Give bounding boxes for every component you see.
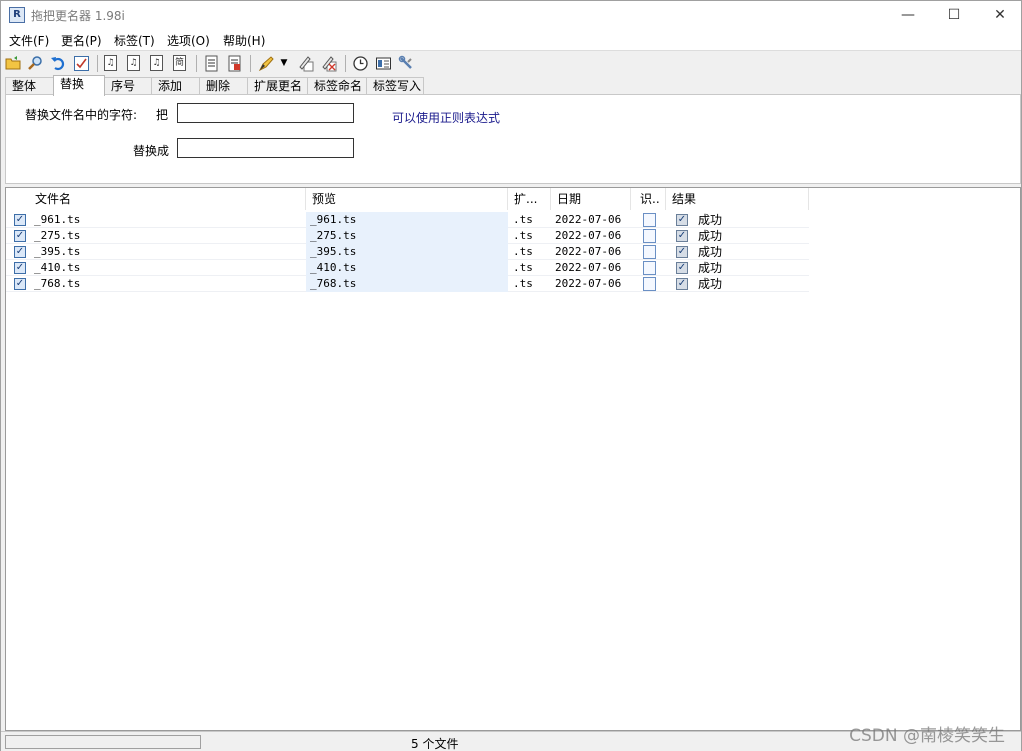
title-bar[interactable]: R 拖把更名器 1.98i — ☐ ✕ (1, 1, 1021, 29)
replace-panel: 替换文件名中的字符: 把 替换成 可以使用正则表达式 (5, 94, 1021, 184)
cell-date: 2022-07-06 (555, 229, 622, 242)
app-window: R 拖把更名器 1.98i — ☐ ✕ 文件(F) 更名(P) 标签(T) 选项… (0, 0, 1022, 751)
cell-result: 成功 (698, 277, 723, 291)
cell-extension: .ts (513, 245, 533, 258)
replace-input[interactable] (177, 138, 354, 158)
cell-date: 2022-07-06 (555, 261, 622, 274)
result-check-icon: ✓ (676, 262, 688, 274)
cell-preview: _961.ts (306, 212, 508, 228)
file-document-icon (643, 229, 656, 243)
report-icon[interactable] (226, 55, 243, 72)
result-check-icon: ✓ (676, 214, 688, 226)
cell-date: 2022-07-06 (555, 213, 622, 226)
music-tag-icon-2[interactable]: ♫ (127, 55, 140, 71)
menu-tag[interactable]: 标签(T) (114, 32, 155, 49)
file-list[interactable]: 文件名 预览 扩... 日期 识.. 结果 ✓ _961.ts _961.ts … (5, 187, 1021, 731)
row-checkbox[interactable]: ✓ (14, 278, 26, 290)
document-icon[interactable] (203, 55, 220, 72)
cell-date: 2022-07-06 (555, 245, 622, 258)
file-document-icon (643, 213, 656, 227)
column-header-filename[interactable]: 文件名 (29, 188, 306, 210)
tools-icon[interactable] (398, 55, 415, 72)
toolbar-separator (345, 55, 346, 72)
toolbar-separator (97, 55, 98, 72)
edit-tag-icon[interactable] (298, 55, 315, 72)
row-checkbox[interactable]: ✓ (14, 230, 26, 242)
find-label: 替换文件名中的字符: (25, 108, 138, 122)
row-checkbox[interactable]: ✓ (14, 262, 26, 274)
dropdown-arrow-icon[interactable]: ▼ (279, 55, 289, 72)
menu-rename[interactable]: 更名(P) (61, 32, 102, 49)
file-document-icon (643, 261, 656, 275)
close-button[interactable]: ✕ (977, 1, 1022, 29)
column-header-date[interactable]: 日期 (551, 188, 631, 210)
row-checkbox[interactable]: ✓ (14, 214, 26, 226)
find-input[interactable] (177, 103, 354, 123)
menu-help[interactable]: 帮助(H) (223, 32, 265, 49)
cell-date: 2022-07-06 (555, 277, 622, 290)
cell-filename: _395.ts (34, 245, 81, 258)
clock-icon[interactable] (352, 55, 369, 72)
toolbar-separator (196, 55, 197, 72)
cell-filename: _275.ts (34, 229, 81, 242)
column-header-result[interactable]: 结果 (666, 188, 809, 210)
clear-tag-icon[interactable] (321, 55, 338, 72)
minimize-button[interactable]: — (885, 1, 931, 29)
search-icon[interactable] (27, 55, 44, 72)
undo-icon[interactable] (50, 55, 67, 72)
tab-strip: 整体 替换 序号 添加 删除 扩展更名 标签命名 标签写入 (5, 75, 1021, 96)
progress-bar (5, 735, 201, 749)
music-tag-icon-1[interactable]: ♫ (104, 55, 117, 71)
cell-filename: _410.ts (34, 261, 81, 274)
cell-preview: _395.ts (306, 244, 508, 260)
find-prefix-label: 把 (156, 108, 169, 122)
column-header-extension[interactable]: 扩... (508, 188, 551, 210)
cell-extension: .ts (513, 213, 533, 226)
result-check-icon: ✓ (676, 278, 688, 290)
regex-hint: 可以使用正则表达式 (392, 111, 501, 125)
cell-result: 成功 (698, 261, 723, 275)
row-checkbox[interactable]: ✓ (14, 246, 26, 258)
cell-result: 成功 (698, 245, 723, 259)
replace-label: 替换成 (133, 144, 170, 158)
open-folder-icon[interactable] (5, 55, 22, 72)
app-icon: R (9, 7, 25, 23)
cell-extension: .ts (513, 229, 533, 242)
table-row[interactable]: ✓ _275.ts _275.ts .ts 2022-07-06 ✓ 成功 (6, 228, 809, 244)
cell-filename: _768.ts (34, 277, 81, 290)
table-row[interactable]: ✓ _768.ts _768.ts .ts 2022-07-06 ✓ 成功 (6, 276, 809, 292)
cell-result: 成功 (698, 229, 723, 243)
cell-extension: .ts (513, 261, 533, 274)
music-tag-icon-3[interactable]: ♫ (150, 55, 163, 71)
table-row[interactable]: ✓ _395.ts _395.ts .ts 2022-07-06 ✓ 成功 (6, 244, 809, 260)
menu-bar: 文件(F) 更名(P) 标签(T) 选项(O) 帮助(H) (1, 29, 1021, 50)
check-icon[interactable] (73, 55, 90, 72)
abbrev-icon[interactable]: 简 (173, 55, 186, 71)
file-document-icon (643, 277, 656, 291)
table-row[interactable]: ✓ _410.ts _410.ts .ts 2022-07-06 ✓ 成功 (6, 260, 809, 276)
menu-options[interactable]: 选项(O) (167, 32, 210, 49)
tab-replace[interactable]: 替换 (53, 75, 105, 96)
result-check-icon: ✓ (676, 230, 688, 242)
paint-icon[interactable] (258, 55, 275, 72)
file-document-icon (643, 245, 656, 259)
file-count: 5 个文件 (411, 737, 459, 751)
table-row[interactable]: ✓ _961.ts _961.ts .ts 2022-07-06 ✓ 成功 (6, 212, 809, 228)
window-icon[interactable] (375, 55, 392, 72)
column-header-preview[interactable]: 预览 (306, 188, 508, 210)
watermark: CSDN @南棱笑笑生 (849, 726, 1005, 746)
cell-filename: _961.ts (34, 213, 81, 226)
maximize-button[interactable]: ☐ (931, 1, 977, 29)
toolbar: ♫ ♫ ♫ 简 ▼ (1, 50, 1021, 75)
window-title: 拖把更名器 1.98i (31, 9, 125, 23)
column-header-id[interactable]: 识.. (634, 188, 666, 210)
cell-preview: _768.ts (306, 276, 508, 292)
cell-extension: .ts (513, 277, 533, 290)
menu-file[interactable]: 文件(F) (9, 32, 49, 49)
cell-preview: _410.ts (306, 260, 508, 276)
cell-result: 成功 (698, 213, 723, 227)
cell-preview: _275.ts (306, 228, 508, 244)
result-check-icon: ✓ (676, 246, 688, 258)
toolbar-separator (250, 55, 251, 72)
